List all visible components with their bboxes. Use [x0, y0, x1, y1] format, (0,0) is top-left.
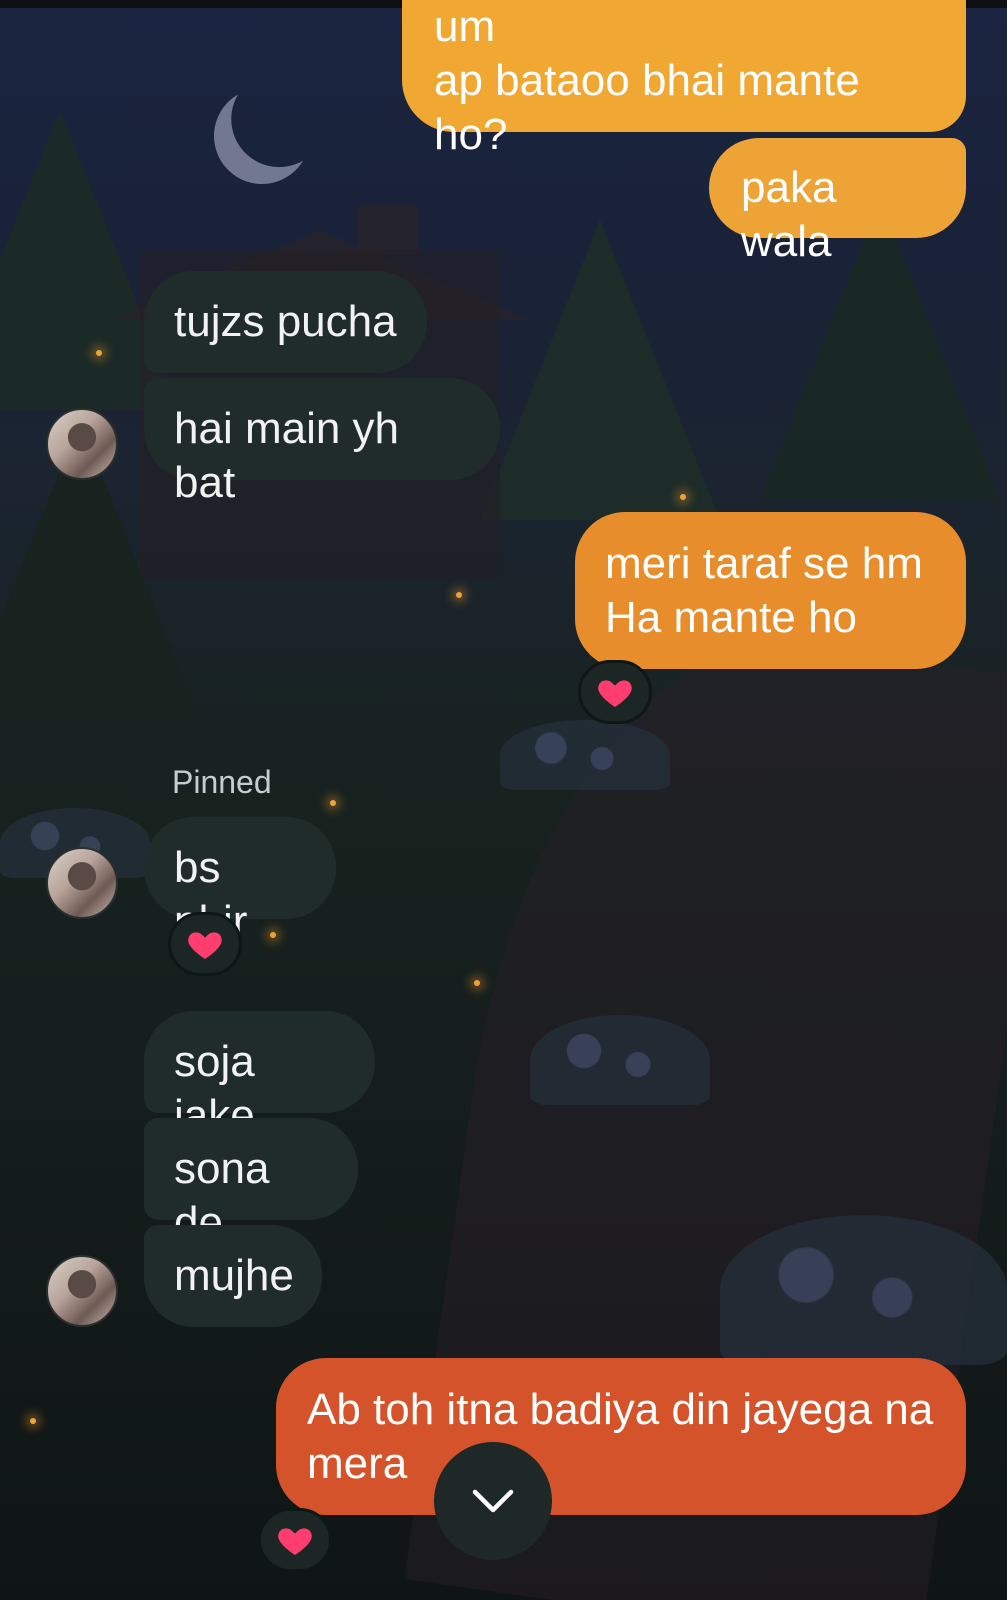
firefly-decoration: [680, 494, 686, 500]
tree-decoration: [480, 220, 720, 520]
message-bubble-outgoing[interactable]: meri taraf se hm Ha mante ho: [575, 512, 966, 669]
message-bubble-incoming[interactable]: hai main yh bat: [144, 378, 500, 507]
message-text-line: um: [434, 2, 496, 51]
message-bubble-outgoing[interactable]: paka wala: [709, 138, 966, 266]
firefly-decoration: [30, 1418, 36, 1424]
message-bubble-incoming[interactable]: sona de: [144, 1118, 358, 1247]
firefly-decoration: [474, 980, 480, 986]
message-text-line: meri taraf se hm: [605, 539, 923, 588]
firefly-decoration: [330, 800, 336, 806]
message-text-line: paka wala: [741, 163, 837, 266]
heart-icon: [278, 1528, 312, 1555]
firefly-decoration: [96, 350, 102, 356]
message-text-line: hai main yh bat: [174, 404, 400, 507]
moon-decoration: [200, 74, 323, 197]
message-bubble-incoming[interactable]: mujhe: [144, 1225, 322, 1327]
message-text-line: mujhe: [174, 1251, 294, 1300]
reaction-badge[interactable]: [258, 1508, 332, 1572]
avatar[interactable]: [46, 847, 118, 919]
message-bubble-outgoing[interactable]: Ab toh itna badiya din jayega na mera: [276, 1358, 966, 1515]
message-bubble-incoming[interactable]: soja jake: [144, 1011, 375, 1140]
chevron-down-icon: [472, 1489, 514, 1513]
mushroom-decoration: [530, 1015, 710, 1105]
avatar[interactable]: [46, 1255, 118, 1327]
message-bubble-incoming[interactable]: tujzs pucha: [144, 271, 427, 373]
scroll-to-bottom-button[interactable]: [434, 1442, 552, 1560]
message-text-line: Ha mante ho: [605, 593, 857, 642]
mushroom-decoration: [720, 1215, 1007, 1365]
reaction-badge[interactable]: [578, 660, 652, 724]
message-bubble-incoming[interactable]: bs phir: [144, 817, 336, 946]
message-bubble-outgoing[interactable]: um ap bataoo bhai mante ho?: [402, 0, 966, 159]
heart-icon: [188, 932, 222, 959]
pinned-label: Pinned: [172, 764, 272, 800]
message-text-line: tujzs pucha: [174, 297, 397, 346]
chimney-decoration: [358, 205, 418, 255]
firefly-decoration: [456, 592, 462, 598]
mushroom-decoration: [500, 720, 670, 790]
message-text-line: Ab toh itna badiya din jayega na: [307, 1385, 934, 1434]
message-text-line: mera: [307, 1439, 408, 1488]
heart-icon: [598, 680, 632, 707]
reaction-badge[interactable]: [168, 912, 242, 976]
avatar[interactable]: [46, 408, 118, 480]
